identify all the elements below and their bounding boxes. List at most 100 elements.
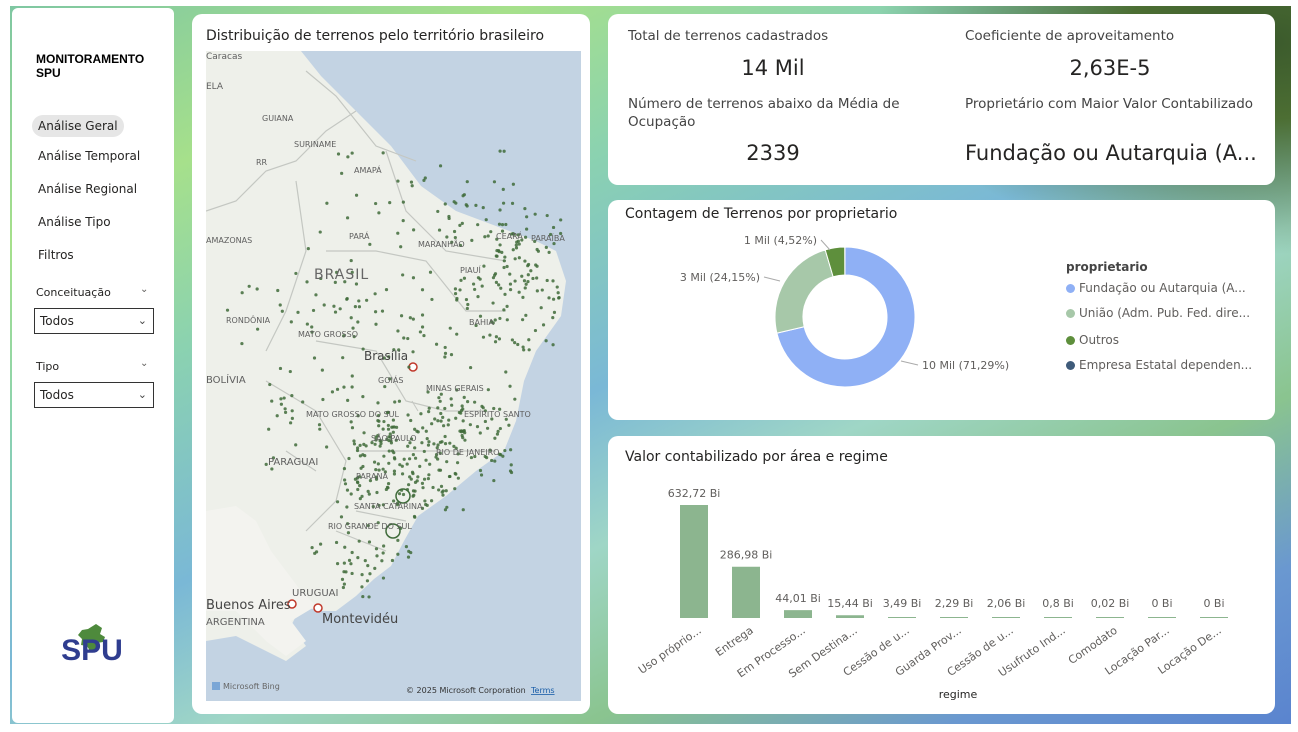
map-label: Buenos Aires — [206, 598, 291, 613]
map-point — [367, 492, 371, 496]
bar-data-label: 44,01 Bi — [775, 592, 821, 605]
map-point — [413, 480, 418, 484]
map-point — [409, 180, 414, 184]
donut-slice[interactable] — [774, 249, 834, 334]
bar[interactable] — [680, 505, 708, 618]
map-point — [386, 427, 391, 431]
map-point — [523, 259, 527, 263]
map-point — [476, 223, 480, 227]
map-terms-link[interactable]: Terms — [530, 686, 555, 695]
map-point — [366, 489, 370, 493]
map-point — [480, 284, 484, 288]
map-point — [345, 216, 350, 220]
map-point — [421, 426, 425, 430]
map-point — [396, 329, 400, 333]
chevron-down-icon[interactable]: ⌄ — [140, 284, 148, 295]
map-point — [404, 544, 409, 549]
bar[interactable] — [732, 566, 760, 618]
map-point — [409, 418, 413, 423]
bar[interactable] — [992, 617, 1020, 618]
legend-item[interactable]: Fundação ou Autarquia (A... — [1066, 281, 1246, 295]
map-point — [439, 419, 443, 423]
donut-data-label: 3 Mil (24,15%) — [680, 271, 760, 284]
map-point — [401, 492, 406, 497]
bar-data-label: 0,8 Bi — [1042, 597, 1074, 610]
map-point — [352, 442, 357, 446]
sidebar: MONITORAMENTO SPU Análise Geral Análise … — [12, 8, 174, 723]
bar-chart[interactable]: 632,72 Bi Uso próprio... 286,98 Bi Entrega 4… — [608, 436, 1275, 714]
map-point — [453, 287, 458, 291]
map-canvas[interactable]: Caracas ELA GUIANA SURINAME RR AMAPÁ AMA… — [206, 51, 581, 701]
slicer-tipo-label: Tipo — [36, 360, 60, 373]
map-point — [350, 374, 354, 378]
map-point — [418, 464, 422, 468]
bar[interactable] — [836, 615, 864, 618]
map-point — [402, 457, 406, 461]
map-point — [495, 254, 499, 258]
map-point — [407, 365, 411, 369]
map-point — [522, 279, 527, 283]
bar[interactable] — [1044, 617, 1072, 618]
nav-analise-temporal[interactable]: Análise Temporal — [32, 145, 146, 167]
map-point — [392, 469, 397, 473]
map-label: BRASIL — [314, 267, 369, 283]
nav-analise-tipo[interactable]: Análise Tipo — [32, 211, 117, 233]
map-label: MINAS GERAIS — [426, 384, 484, 393]
map-point — [527, 338, 531, 342]
map-point — [461, 508, 465, 512]
bar[interactable] — [940, 617, 968, 618]
map-point — [427, 406, 431, 410]
map-point — [400, 472, 405, 476]
nav-analise-geral[interactable]: Análise Geral — [32, 115, 124, 137]
map-point — [372, 460, 377, 464]
map-point — [470, 238, 474, 242]
bar[interactable] — [784, 610, 812, 618]
map-point — [332, 304, 336, 308]
map-point — [438, 164, 443, 168]
map-point — [412, 493, 416, 497]
slicer-tipo-dropdown[interactable]: Todos ⌄ — [34, 382, 154, 408]
map-point — [505, 264, 509, 269]
map-point — [499, 286, 503, 290]
map-point — [481, 335, 486, 339]
map-point — [555, 285, 559, 289]
map-point — [443, 406, 447, 411]
map-point — [545, 278, 549, 283]
map-point — [400, 464, 404, 468]
map-point — [270, 399, 274, 403]
kpi-owner-label: Proprietário com Maior Valor Contabiliza… — [965, 96, 1254, 112]
legend-item[interactable]: Outros — [1066, 333, 1119, 347]
map-point — [396, 552, 400, 556]
map-point — [425, 437, 429, 441]
map-point — [436, 419, 440, 423]
map-point — [522, 348, 526, 352]
map-point — [392, 472, 397, 476]
bar[interactable] — [1096, 617, 1124, 618]
map-point — [401, 200, 405, 204]
slicer-conceituacao-dropdown[interactable]: Todos ⌄ — [34, 308, 154, 334]
map-point — [420, 481, 425, 485]
legend-item[interactable]: Empresa Estatal dependen... — [1066, 358, 1252, 372]
map-point — [294, 271, 298, 276]
map-point — [354, 193, 359, 197]
bar[interactable] — [888, 617, 916, 618]
map-point — [509, 448, 513, 452]
bar-data-label: 2,29 Bi — [935, 597, 974, 610]
kpi-below-value: 2339 — [746, 141, 800, 165]
legend-item[interactable]: União (Adm. Pub. Fed. dire... — [1066, 306, 1250, 320]
map-point — [524, 313, 528, 317]
bar[interactable] — [1200, 617, 1228, 618]
map-visual[interactable]: Caracas ELA GUIANA SURINAME RR AMAPÁ AMA… — [206, 51, 581, 701]
nav-filtros[interactable]: Filtros — [32, 244, 80, 266]
map-point — [498, 208, 502, 212]
map-point — [526, 262, 531, 267]
map-point — [491, 301, 495, 305]
map-point — [551, 297, 556, 301]
bar[interactable] — [1148, 617, 1176, 618]
map-point — [422, 477, 427, 481]
nav-analise-regional[interactable]: Análise Regional — [32, 178, 143, 200]
map-point — [341, 585, 345, 590]
map-point — [413, 515, 417, 519]
chevron-down-icon[interactable]: ⌄ — [140, 358, 148, 369]
map-point — [358, 443, 362, 447]
